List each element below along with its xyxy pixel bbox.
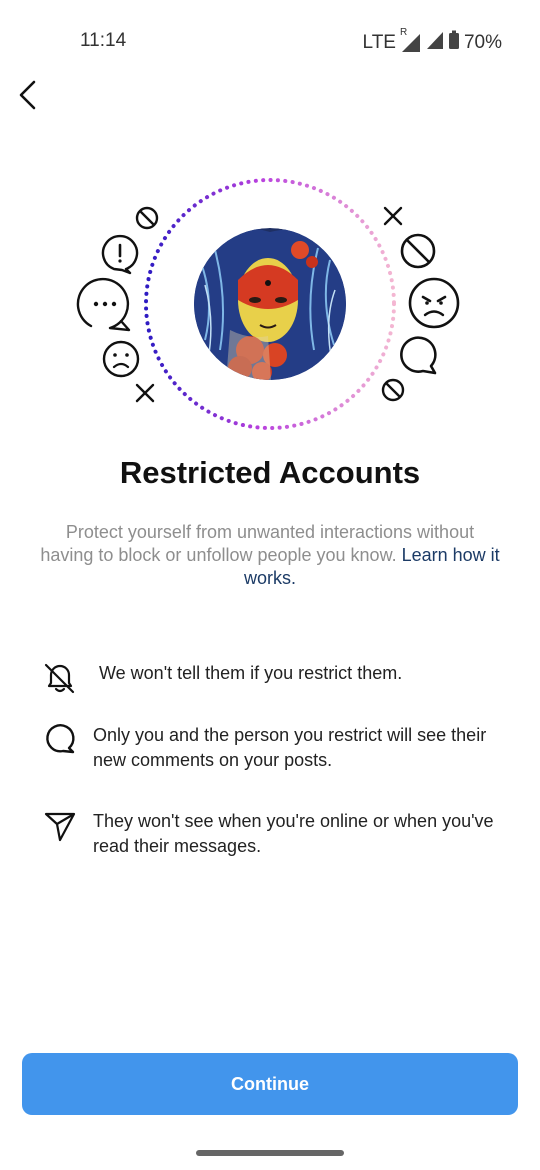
signal-icon	[426, 30, 444, 56]
status-indicators: LTE R 70%	[362, 27, 502, 56]
battery-icon	[448, 30, 460, 56]
description: Protect yourself from unwanted interacti…	[40, 521, 500, 590]
status-bar: 11:14 LTE R 70%	[0, 0, 540, 84]
block-icon	[400, 233, 436, 269]
avatar	[194, 228, 346, 380]
hero-illustration	[76, 178, 460, 430]
comment-bubble-icon	[400, 336, 437, 375]
learn-more-link-period: .	[291, 568, 297, 588]
block-icon	[135, 206, 159, 230]
feature-text: Only you and the person you restrict wil…	[93, 725, 487, 770]
sad-face-icon	[102, 340, 140, 378]
back-button[interactable]	[12, 76, 52, 116]
block-icon	[381, 378, 405, 402]
feature-text: They won't see when you're online or whe…	[93, 811, 494, 856]
angry-face-icon	[408, 277, 460, 329]
chevron-left-icon	[19, 80, 36, 110]
feature-item-online-status: They won't see when you're online or whe…	[40, 805, 500, 859]
ellipsis-bubble-icon	[76, 277, 131, 332]
page-title: Restricted Accounts	[119, 455, 421, 490]
home-indicator[interactable]	[196, 1150, 344, 1156]
x-icon	[383, 206, 403, 226]
feature-item-comments: Only you and the person you restrict wil…	[40, 719, 500, 773]
muted-bell-icon	[40, 657, 80, 697]
exclamation-bubble-icon	[101, 234, 139, 275]
feature-text: We won't tell them if you restrict them.	[99, 663, 403, 683]
feature-item-restrict-notice: We won't tell them if you restrict them.	[40, 657, 500, 697]
comment-icon	[40, 719, 80, 759]
x-icon	[135, 383, 155, 403]
continue-button[interactable]: Continue	[22, 1053, 518, 1115]
status-time: 11:14	[80, 30, 127, 51]
send-icon	[40, 805, 80, 845]
roaming-signal-icon: R	[400, 27, 422, 53]
roaming-label: R	[399, 27, 408, 38]
battery-percent: 70%	[463, 32, 502, 53]
network-label: LTE	[362, 32, 396, 53]
